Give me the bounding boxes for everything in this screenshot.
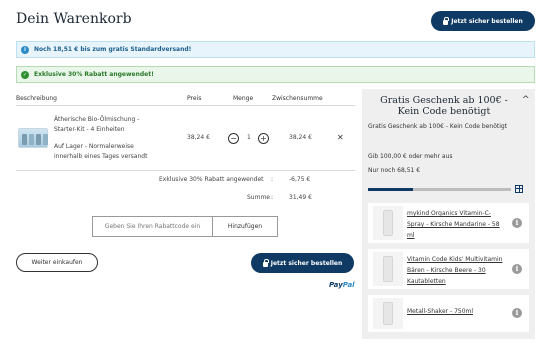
paypal-logo[interactable]: PayPal [329,281,355,289]
paypal-logo-part2: Pal [342,281,355,289]
page-title: Dein Warenkorb [16,11,132,27]
checkout-label: Jetzt sicher bestellen [270,259,343,267]
header-divider [16,105,355,106]
product-name-line2[interactable]: Starter-Kit - 4 Einheiten [54,125,125,135]
gift-image [373,252,403,286]
gift-progress-fill [368,188,414,191]
info-icon[interactable]: i [512,218,522,228]
discount-banner: ✓ Exklusive 30% Rabatt angewendet! [16,66,535,83]
gift-card[interactable]: Metall-Shaker - 750ml i [368,295,529,332]
gift-card[interactable]: mykind Organics Vitamin-C-Spray - Kirsch… [368,203,529,243]
gift-link[interactable]: mykind Organics Vitamin-C-Spray - Kirsch… [407,208,507,241]
discount-banner-text: Exklusive 30% Rabatt angewendet! [34,71,154,78]
sum-colon: : [271,194,274,201]
gift-image [373,206,403,240]
info-icon[interactable]: i [512,308,522,318]
col-header-quantity: Menge [233,95,254,102]
col-header-subtotal: Zwischensumme [272,95,323,102]
chevron-up-icon[interactable]: ^ [522,95,530,105]
gift-progress-bar [368,188,511,191]
stock-status: Auf Lager - Normalerweise [54,143,134,150]
coupon-input[interactable] [93,217,213,236]
sum-label: Summe [247,194,270,201]
col-header-price: Preis [187,95,202,102]
item-divider [16,170,355,171]
item-subtotal: 38,24 € [289,134,312,141]
lock-icon [443,16,450,25]
remove-item-icon[interactable]: ✕ [337,133,344,142]
quantity-decrease-button[interactable]: − [228,133,239,144]
lock-icon [262,258,269,267]
gift-title[interactable]: Gratis Geschenk ab 100€ - Kein Code benö… [368,95,520,117]
gift-card[interactable]: Vitamin Code Kids' Multivitamin Bären - … [368,249,529,289]
gift-link[interactable]: Metall-Shaker - 750ml [407,306,507,317]
free-shipping-text: Noch 18,51 € bis zum gratis Standardvers… [34,46,192,53]
gift-threshold: Gib 100,00 € oder mehr aus [368,153,453,160]
gift-icon [515,185,523,193]
gift-link[interactable]: Vitamin Code Kids' Multivitamin Bären - … [407,254,507,287]
discount-value: -6,75 € [289,176,311,183]
discount-label: Exklusive 30% Rabatt angewendet [159,176,264,183]
sum-value: 31,49 € [289,194,312,201]
product-name-line1[interactable]: Ätherische Bio-Ölmischung - [54,115,139,125]
gift-product-shape [383,302,393,325]
free-shipping-banner: i Noch 18,51 € bis zum gratis Standardve… [16,41,535,58]
coupon-add-button[interactable]: Hinzufügen [213,217,277,236]
info-icon[interactable]: i [512,264,522,274]
discount-colon: : [271,176,274,183]
product-image[interactable] [18,128,48,148]
coupon-form: Hinzufügen [92,216,278,237]
info-icon: i [21,45,29,54]
checkout-button-top[interactable]: Jetzt sicher bestellen [431,11,535,31]
gift-product-shape [383,256,393,282]
col-header-description: Beschreibung [16,95,57,102]
item-price: 38,24 € [187,134,210,141]
quantity-value: 1 [247,134,251,141]
gift-product-shape [383,210,393,236]
check-icon: ✓ [21,70,29,79]
gift-subtitle: Gratis Geschenk ab 100€ - Kein Code benö… [368,123,508,130]
quantity-increase-button[interactable]: + [258,133,269,144]
paypal-logo-part1: Pay [329,281,343,289]
shipping-info: innerhalb eines Tages versandt [54,153,148,160]
checkout-button-bottom[interactable]: Jetzt sicher bestellen [251,253,354,273]
checkout-label: Jetzt sicher bestellen [451,17,523,25]
gift-image [373,298,403,329]
continue-shopping-button[interactable]: Weiter einkaufen [16,253,98,272]
gift-remaining: Nur noch 68,51 € [368,167,421,174]
